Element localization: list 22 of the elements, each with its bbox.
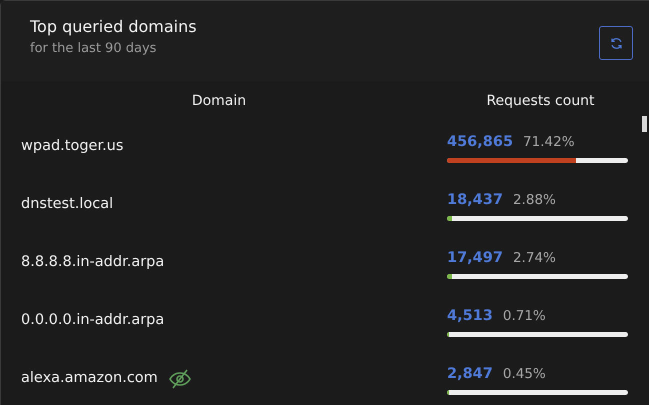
request-count[interactable]: 456,865 xyxy=(447,134,514,150)
scrollbar-thumb[interactable] xyxy=(642,116,647,132)
request-count[interactable]: 4,513 xyxy=(447,308,493,324)
domain-name: dnstest.local xyxy=(21,195,114,214)
column-header[interactable]: Requests count xyxy=(486,90,595,112)
domain-name: 0.0.0.0.in-addr.arpa xyxy=(21,311,164,330)
card-subtitle: for the last 90 days xyxy=(30,40,158,58)
domain-name: 8.8.8.8.in-addr.arpa xyxy=(21,253,164,272)
refresh-button[interactable] xyxy=(599,26,633,60)
percentage: 71.42% xyxy=(523,134,575,150)
percentage: 0.71% xyxy=(502,308,546,324)
domain-name: wpad.toger.us xyxy=(21,137,124,156)
percentage: 2.74% xyxy=(512,250,556,266)
request-count[interactable]: 2,847 xyxy=(447,366,493,382)
percentage: 2.88% xyxy=(512,192,556,208)
domain-name: alexa.amazon.com xyxy=(21,369,158,388)
request-count[interactable]: 18,437 xyxy=(447,192,503,208)
card-title: Top queried domains xyxy=(30,16,197,38)
refresh-icon xyxy=(610,36,622,50)
column-header[interactable]: Domain xyxy=(192,90,246,112)
percentage: 0.45% xyxy=(502,366,546,382)
request-count[interactable]: 17,497 xyxy=(447,250,503,266)
